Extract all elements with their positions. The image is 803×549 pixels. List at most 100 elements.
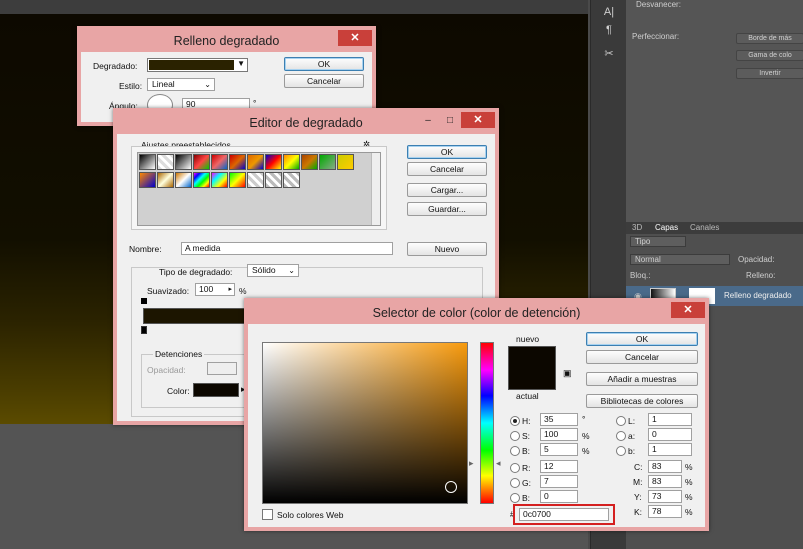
preset-swatch[interactable] (193, 172, 210, 188)
paragraph-panel-icon[interactable]: ¶ (602, 23, 616, 37)
preset-swatch[interactable] (139, 154, 156, 170)
radio-l[interactable] (616, 416, 626, 426)
nombre-field[interactable]: A medida (181, 242, 393, 255)
nuevo-button[interactable]: Nuevo (407, 242, 487, 256)
cancel-button[interactable]: Cancelar (586, 350, 698, 364)
preset-swatch[interactable] (265, 172, 282, 188)
preset-swatch[interactable] (175, 154, 192, 170)
tab-capas[interactable]: Capas (655, 223, 678, 232)
color-field[interactable] (262, 342, 468, 504)
chevron-right-icon[interactable]: ▸ (228, 284, 232, 295)
gama-button[interactable]: Gama de colo (736, 50, 803, 61)
new-color-preview (508, 346, 556, 390)
opacity-stop-icon[interactable] (141, 298, 147, 304)
b-field[interactable]: 5 (540, 443, 578, 456)
maximize-button[interactable]: □ (439, 114, 461, 128)
k-field[interactable]: 78 (648, 505, 682, 518)
preset-swatch[interactable] (193, 154, 210, 170)
layer-filter-select[interactable]: Tipo (630, 236, 686, 247)
b-rgb-field[interactable]: 0 (540, 490, 578, 503)
percent-symbol: % (239, 286, 247, 296)
k-unit: % (685, 507, 693, 517)
preset-swatch[interactable] (175, 172, 192, 188)
radio-b[interactable] (510, 446, 520, 456)
radio-s[interactable] (510, 431, 520, 441)
preset-swatch[interactable] (139, 172, 156, 188)
hue-left-arrow-icon[interactable]: ▸ (469, 458, 474, 469)
close-button[interactable]: ✕ (461, 112, 495, 128)
cube-icon[interactable]: ▣ (563, 368, 572, 379)
preset-swatch[interactable] (211, 154, 228, 170)
preset-swatch[interactable] (301, 154, 318, 170)
preset-swatch[interactable] (319, 154, 336, 170)
preset-swatch[interactable] (211, 172, 228, 188)
l-label: L: (628, 416, 636, 426)
close-button[interactable]: ✕ (671, 302, 705, 318)
borde-button[interactable]: Borde de más (736, 33, 803, 44)
web-only-checkbox[interactable] (262, 509, 273, 520)
add-swatch-button[interactable]: Añadir a muestras (586, 372, 698, 386)
blend-mode-select[interactable]: Normal (630, 254, 730, 265)
m-field[interactable]: 83 (648, 475, 682, 488)
tab-canales[interactable]: Canales (690, 223, 719, 232)
preset-swatch[interactable] (247, 154, 264, 170)
tipo-select[interactable]: Sólido ⌄ (247, 264, 299, 277)
hue-right-arrow-icon[interactable]: ◂ (496, 458, 501, 469)
b-lab-field[interactable]: 1 (648, 443, 692, 456)
c-label: C: (634, 462, 643, 472)
stop-color-swatch[interactable] (193, 383, 239, 397)
stops-frame (141, 354, 261, 408)
save-button[interactable]: Guardar... (407, 202, 487, 216)
radio-b-rgb[interactable] (510, 493, 520, 503)
s-field[interactable]: 100 (540, 428, 578, 441)
cancel-button[interactable]: Cancelar (284, 74, 364, 88)
gradient-picker[interactable]: ▼ (147, 58, 248, 72)
load-button[interactable]: Cargar... (407, 183, 487, 197)
m-unit: % (685, 477, 693, 487)
y-field[interactable]: 73 (648, 490, 682, 503)
preset-grid (137, 152, 381, 226)
opacidad-field[interactable] (207, 362, 237, 375)
preset-swatch[interactable] (229, 172, 246, 188)
preset-swatch[interactable] (283, 154, 300, 170)
preset-swatch[interactable] (157, 172, 174, 188)
color-stop-icon[interactable] (141, 326, 147, 334)
radio-b-lab[interactable] (616, 446, 626, 456)
preset-swatch[interactable] (157, 154, 174, 170)
b-lab-label: b: (628, 446, 636, 456)
tool-presets-icon[interactable]: ✂ (602, 47, 616, 61)
ok-button[interactable]: OK (284, 57, 364, 71)
preset-swatch[interactable] (265, 154, 282, 170)
radio-a[interactable] (616, 431, 626, 441)
ok-button[interactable]: OK (586, 332, 698, 346)
r-field[interactable]: 12 (540, 460, 578, 473)
invertir-button[interactable]: Invertir (736, 68, 803, 79)
close-button[interactable]: ✕ (338, 30, 372, 46)
color-cursor[interactable] (445, 481, 457, 493)
cancel-button[interactable]: Cancelar (407, 162, 487, 176)
tab-3d[interactable]: 3D (632, 223, 642, 232)
h-field[interactable]: 35 (540, 413, 578, 426)
color-libraries-button[interactable]: Bibliotecas de colores (586, 394, 698, 408)
ok-button[interactable]: OK (407, 145, 487, 159)
c-field[interactable]: 83 (648, 460, 682, 473)
suavizado-field[interactable]: 100 ▸ (195, 283, 235, 296)
hex-highlight: 0c0700 (513, 504, 615, 525)
preset-scrollbar[interactable] (371, 153, 380, 225)
l-field[interactable]: 1 (648, 413, 692, 426)
hue-slider[interactable] (480, 342, 494, 504)
a-field[interactable]: 0 (648, 428, 692, 441)
character-panel-icon[interactable]: A| (602, 5, 616, 19)
minimize-button[interactable]: – (417, 114, 439, 128)
hex-field[interactable]: 0c0700 (519, 508, 609, 521)
radio-g[interactable] (510, 478, 520, 488)
radio-r[interactable] (510, 463, 520, 473)
preset-swatch[interactable] (337, 154, 354, 170)
preset-swatch[interactable] (229, 154, 246, 170)
web-only-label: Solo colores Web (277, 510, 344, 520)
preset-swatch[interactable] (283, 172, 300, 188)
preset-swatch[interactable] (247, 172, 264, 188)
estilo-select[interactable]: Lineal ⌄ (147, 78, 215, 91)
g-field[interactable]: 7 (540, 475, 578, 488)
radio-h[interactable] (510, 416, 520, 426)
